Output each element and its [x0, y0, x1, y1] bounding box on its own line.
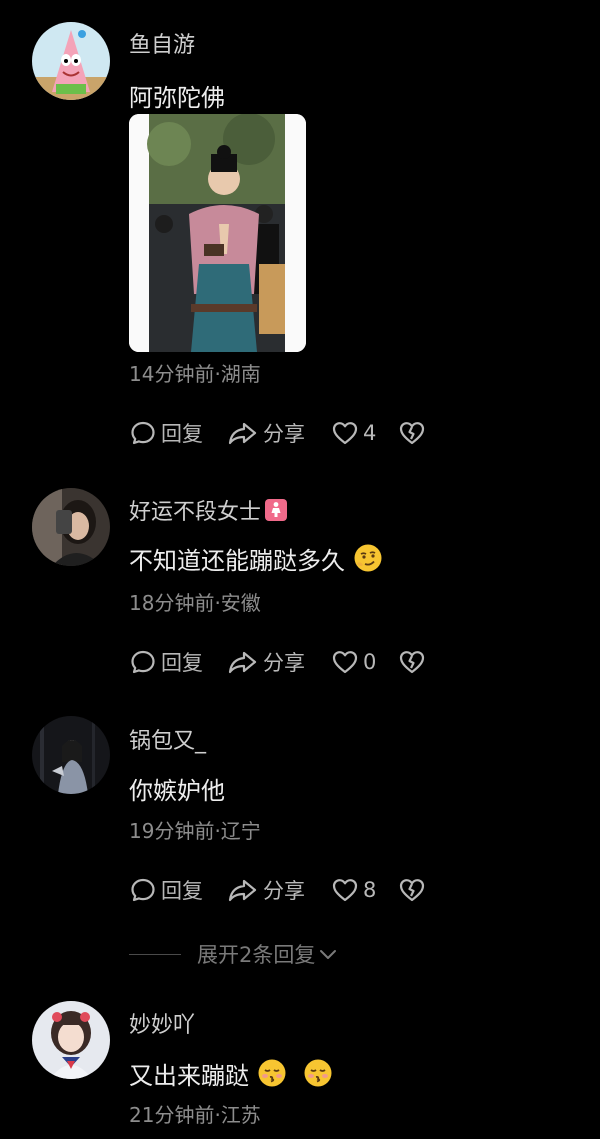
- like-count: 0: [363, 650, 377, 674]
- chevron-down-icon: [320, 950, 337, 959]
- comment-actions: 回复 分享 0: [129, 647, 426, 677]
- comment-meta: 19分钟前·辽宁: [129, 819, 261, 843]
- like-button[interactable]: 4: [331, 419, 376, 447]
- share-icon: [228, 651, 257, 674]
- dislike-button[interactable]: [398, 648, 426, 676]
- reply-icon: [131, 878, 155, 902]
- share-icon: [228, 879, 257, 902]
- reply-label: 回复: [161, 651, 203, 675]
- comment-text: 不知道还能蹦跶多久: [129, 541, 383, 575]
- reply-button[interactable]: 回复: [129, 418, 203, 448]
- broken-heart-icon: [400, 651, 425, 674]
- avatar[interactable]: [32, 716, 110, 794]
- heart-icon: [332, 651, 358, 674]
- like-button[interactable]: 0: [331, 648, 376, 676]
- username[interactable]: 锅包又_: [129, 724, 206, 754]
- share-icon: [228, 422, 257, 445]
- dislike-button[interactable]: [398, 419, 426, 447]
- comment-text: 阿弥陀佛: [129, 83, 225, 112]
- comment-image[interactable]: [129, 114, 306, 352]
- reply-label: 回复: [161, 879, 203, 903]
- username-text: 好运不段女士: [129, 500, 262, 525]
- comment-text: 又出来蹦跶: [129, 1056, 333, 1090]
- share-label: 分享: [263, 422, 305, 446]
- like-count: 4: [363, 421, 377, 445]
- expand-label: 展开2条回复: [197, 943, 316, 967]
- share-button[interactable]: 分享: [227, 647, 305, 677]
- avatar[interactable]: [32, 1001, 110, 1079]
- reply-button[interactable]: 回复: [129, 647, 203, 677]
- heart-icon: [332, 879, 358, 902]
- avatar[interactable]: [32, 488, 110, 566]
- broken-heart-icon: [400, 879, 425, 902]
- comment-text: 你嫉妒他: [129, 776, 225, 805]
- female-badge-icon: [265, 499, 288, 521]
- reply-icon: [131, 650, 155, 674]
- like-button[interactable]: 8: [331, 876, 376, 904]
- kiss-emoji-icon: [304, 1059, 332, 1087]
- reply-icon: [131, 421, 155, 445]
- comment-text-content: 又出来蹦跶: [129, 1061, 249, 1090]
- share-label: 分享: [263, 879, 305, 903]
- username[interactable]: 妙妙吖: [129, 1008, 195, 1038]
- comment-meta: 18分钟前·安徽: [129, 591, 261, 615]
- reply-label: 回复: [161, 422, 203, 446]
- comment-meta: 21分钟前·江苏: [129, 1103, 261, 1127]
- smirk-emoji-icon: [354, 544, 382, 572]
- dislike-button[interactable]: [398, 876, 426, 904]
- username[interactable]: 好运不段女士: [129, 495, 288, 525]
- share-button[interactable]: 分享: [227, 418, 305, 448]
- like-count: 8: [363, 878, 377, 902]
- share-button[interactable]: 分享: [227, 875, 305, 905]
- comment-text-content: 不知道还能蹦跶多久: [129, 546, 345, 575]
- comment-actions: 回复 分享 4: [129, 418, 426, 448]
- reply-button[interactable]: 回复: [129, 875, 203, 905]
- share-label: 分享: [263, 651, 305, 675]
- heart-icon: [332, 422, 358, 445]
- kiss-emoji-icon: [258, 1059, 286, 1087]
- comment-meta: 14分钟前·湖南: [129, 362, 261, 386]
- broken-heart-icon: [400, 422, 425, 445]
- expand-replies-button[interactable]: 展开2条回复: [129, 940, 339, 968]
- username[interactable]: 鱼自游: [129, 28, 195, 58]
- avatar[interactable]: [32, 22, 110, 100]
- comment-actions: 回复 分享 8: [129, 875, 426, 905]
- expand-divider: [129, 953, 181, 955]
